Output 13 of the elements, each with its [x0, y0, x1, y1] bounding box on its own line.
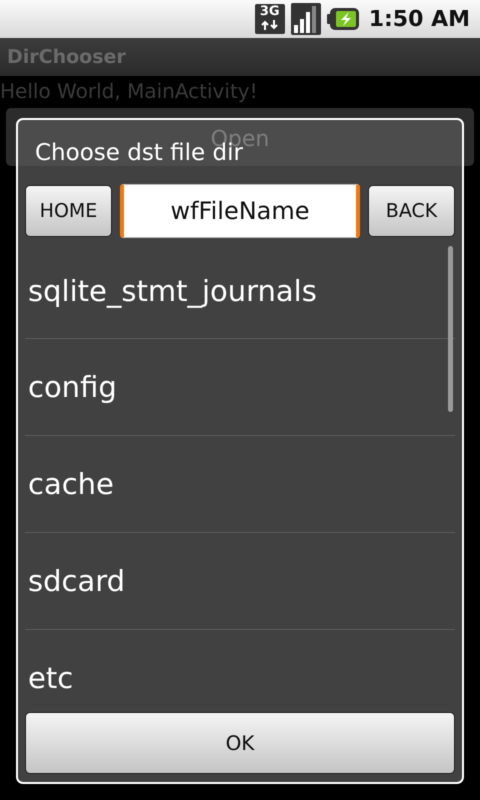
- ok-button[interactable]: OK: [25, 712, 455, 774]
- directory-item[interactable]: cache: [25, 436, 455, 533]
- clock-time: 1:50 AM: [368, 6, 470, 32]
- back-button[interactable]: BACK: [368, 185, 455, 237]
- file-name-field[interactable]: wfFileName: [120, 184, 360, 238]
- signal-icon: [290, 3, 321, 35]
- arrows-icon: [260, 19, 280, 31]
- greeting-text: Hello World, MainActivity!: [0, 78, 259, 104]
- home-button[interactable]: HOME: [25, 185, 112, 237]
- directory-item[interactable]: sdcard: [25, 533, 455, 630]
- battery-icon: [326, 7, 359, 31]
- network-label: 3G: [260, 5, 280, 19]
- app-title: DirChooser: [0, 38, 480, 76]
